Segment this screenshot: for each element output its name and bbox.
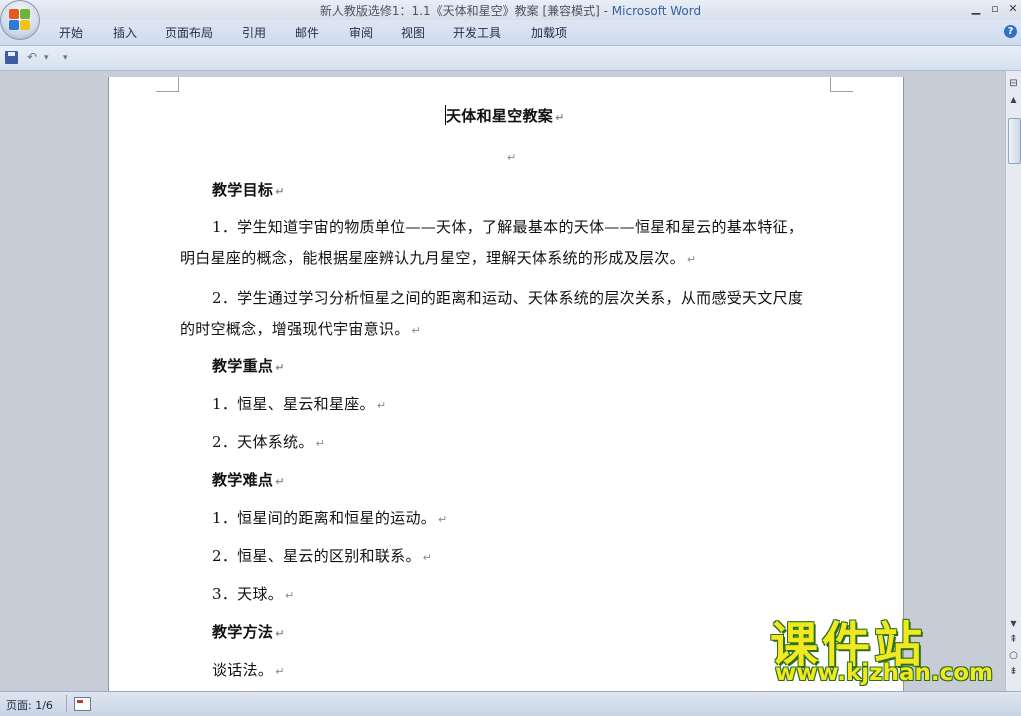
scrollbar-thumb[interactable] <box>1008 118 1021 164</box>
document-name: 新人教版选修1：1.1《天体和星空》教案 [兼容模式] <box>319 4 600 18</box>
title-bar: 新人教版选修1：1.1《天体和星空》教案 [兼容模式] - Microsoft … <box>0 0 1021 20</box>
help-icon[interactable]: ? <box>1004 25 1017 38</box>
app-name: Microsoft Word <box>611 4 702 18</box>
window-title: 新人教版选修1：1.1《天体和星空》教案 [兼容模式] - Microsoft … <box>0 2 1021 19</box>
proofing-icon[interactable] <box>74 697 91 711</box>
empty-paragraph: ↵ <box>507 151 517 164</box>
section-heading: 教学目标 ↵ <box>212 181 285 199</box>
paragraph-line: 1．学生知道宇宙的物质单位——天体，了解最基本的天体——恒星和星云的基本特征， <box>212 218 804 236</box>
paragraph-line: 明白星座的概念，能根据星座辨认九月星空，理解天体系统的形成及层次。 ↵ <box>180 249 697 267</box>
paragraph-line: 2．学生通过学习分析恒星之间的距离和运动、天体系统的层次关系，从而感受天文尺度 <box>212 289 804 307</box>
scroll-up-button[interactable]: ▲ <box>1007 93 1020 107</box>
tab-developer[interactable]: 开发工具 <box>453 24 501 41</box>
watermark-url: www.kjzhan.com <box>775 660 993 686</box>
status-bar: 页面: 1/6 <box>0 691 1021 716</box>
tab-home[interactable]: 开始 <box>59 24 83 41</box>
quick-access-toolbar: ↶ ▾ ▾ <box>0 46 1021 71</box>
scroll-down-button[interactable]: ▼ <box>1007 617 1020 631</box>
tab-view[interactable]: 视图 <box>401 24 425 41</box>
restore-button[interactable]: ▫ <box>986 2 1004 16</box>
document-title: 天体和星空教案 ↵ <box>446 107 565 125</box>
save-icon[interactable] <box>5 51 18 64</box>
paragraph-line: 1．恒星间的距离和恒星的运动。 ↵ <box>212 509 448 527</box>
undo-dropdown-icon[interactable]: ▾ <box>44 53 49 63</box>
tab-insert[interactable]: 插入 <box>113 24 137 41</box>
office-logo-icon <box>9 9 31 31</box>
select-browse-object-icon[interactable]: ○ <box>1007 649 1020 663</box>
tab-references[interactable]: 引用 <box>242 24 266 41</box>
paragraph-line: 谈话法。 ↵ <box>212 661 285 679</box>
document-workspace: 天体和星空教案 ↵ ↵ 教学目标 ↵ 1．学生知道宇宙的物质单位——天体，了解最基本… <box>0 71 1005 691</box>
section-heading: 教学难点 ↵ <box>212 471 285 489</box>
minimize-button[interactable]: ▁ <box>967 2 985 16</box>
paragraph-line: 2．天体系统。 ↵ <box>212 433 326 451</box>
tab-mailings[interactable]: 邮件 <box>295 24 319 41</box>
crop-mark <box>156 77 179 92</box>
title-separator: - <box>599 4 612 18</box>
ruler-toggle-icon[interactable]: ⊟ <box>1007 77 1020 91</box>
page-count[interactable]: 页面: 1/6 <box>6 697 53 713</box>
ribbon-tab-bar: 开始 插入 页面布局 引用 邮件 审阅 视图 开发工具 加载项 ? <box>0 20 1021 46</box>
paragraph-line: 2．恒星、星云的区别和联系。 ↵ <box>212 547 433 565</box>
customize-toolbar-icon[interactable]: ▾ <box>63 53 68 63</box>
text-cursor <box>445 105 446 125</box>
document-page[interactable]: 天体和星空教案 ↵ ↵ 教学目标 ↵ 1．学生知道宇宙的物质单位——天体，了解最基本… <box>108 77 904 691</box>
close-button[interactable]: ✕ <box>1004 2 1021 16</box>
vertical-scrollbar[interactable]: ⊟ ▲ ▼ ⇞ ○ ⇟ <box>1005 71 1021 691</box>
next-page-icon[interactable]: ⇟ <box>1007 665 1020 679</box>
crop-mark <box>830 77 853 92</box>
previous-page-icon[interactable]: ⇞ <box>1007 633 1020 647</box>
tab-page-layout[interactable]: 页面布局 <box>165 24 213 41</box>
paragraph-line: 3．天球。 ↵ <box>212 585 295 603</box>
undo-icon[interactable]: ↶ <box>27 50 37 64</box>
section-heading: 教学重点 ↵ <box>212 357 285 375</box>
paragraph-line: 的时空概念，增强现代宇宙意识。 ↵ <box>180 320 422 338</box>
tab-add-ins[interactable]: 加载项 <box>531 24 567 41</box>
tab-review[interactable]: 审阅 <box>349 24 373 41</box>
section-heading: 教学方法 ↵ <box>212 623 285 641</box>
office-button[interactable] <box>0 0 40 40</box>
paragraph-line: 1．恒星、星云和星座。 ↵ <box>212 395 387 413</box>
status-divider <box>66 695 67 712</box>
